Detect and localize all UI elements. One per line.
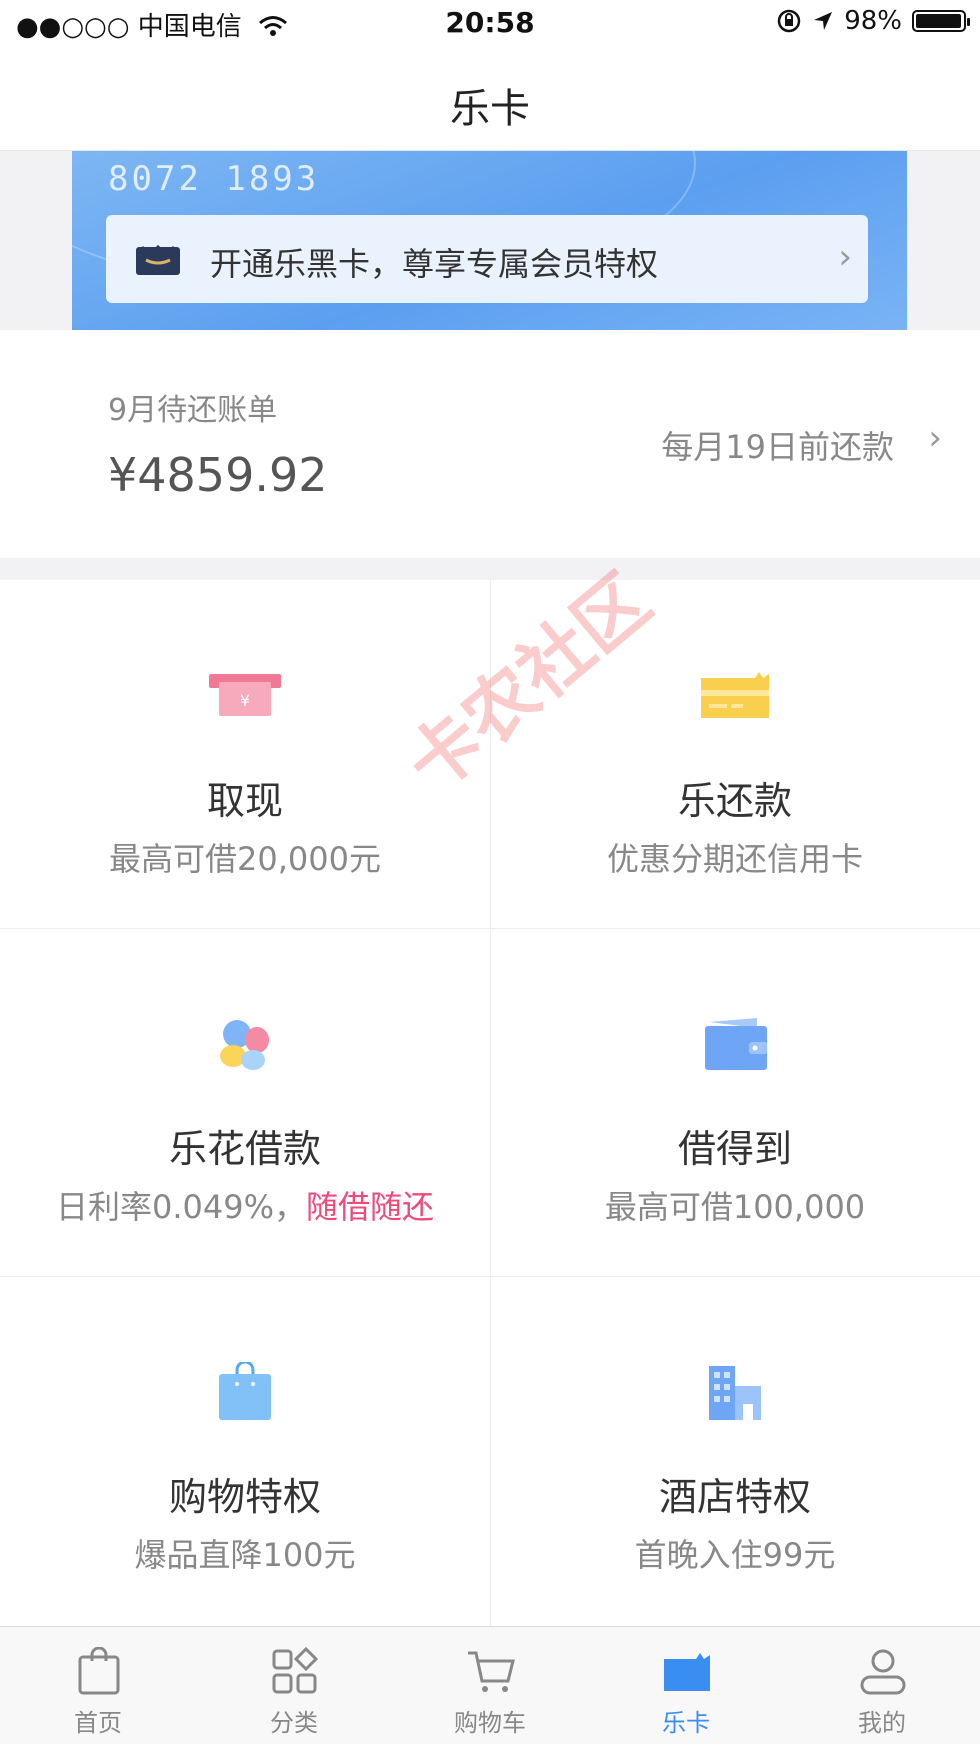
user-icon	[860, 1649, 906, 1695]
cash-atm-icon: ¥	[209, 674, 281, 716]
tab-label: 首页	[74, 1709, 122, 1737]
service-lehua-loan[interactable]: 乐花借款 日利率0.049%，随借随还	[0, 928, 490, 1276]
shopping-bag-icon	[219, 1362, 271, 1420]
chevron-right-icon: ›	[838, 237, 852, 277]
bill-label: 9月待还账单	[108, 393, 278, 428]
cart-icon	[468, 1651, 515, 1692]
service-jiedede[interactable]: 借得到 最高可借100,000	[490, 928, 980, 1276]
battery-icon	[912, 10, 970, 32]
service-repay[interactable]: 乐还款 优惠分期还信用卡	[490, 580, 980, 928]
tab-le-card[interactable]: 乐卡	[588, 1627, 784, 1744]
svg-text:¥: ¥	[240, 691, 250, 710]
card-icon	[664, 1653, 710, 1691]
status-indicators: 98%	[776, 6, 970, 36]
hotel-building-icon	[709, 1366, 761, 1420]
service-title: 购物特权	[168, 1475, 321, 1519]
grid-icon	[272, 1647, 319, 1694]
location-icon	[814, 12, 833, 30]
tab-label: 分类	[270, 1709, 318, 1737]
battery-percent: 98%	[844, 6, 902, 36]
page-title: 乐卡	[450, 86, 530, 132]
tab-home[interactable]: 首页	[0, 1627, 196, 1744]
nav-bar: 乐卡	[0, 50, 980, 151]
crown-card-icon	[136, 244, 180, 275]
service-title: 借得到	[677, 1127, 792, 1171]
service-subtitle-text: 日利率0.049%，	[55, 1188, 306, 1226]
service-title: 取现	[206, 779, 283, 823]
status-bar: ●●○○○ 中国电信 20:58 98%	[0, 0, 980, 50]
tab-label: 购物车	[454, 1709, 526, 1737]
black-card-banner[interactable]: 开通乐黑卡，尊享专属会员特权 ›	[106, 215, 868, 303]
bill-section[interactable]: 9月待还账单 ¥4859.92 每月19日前还款 ›	[0, 330, 980, 558]
service-title: 乐还款	[677, 779, 792, 823]
card-area: 8072 1893 开通乐黑卡，尊享专属会员特权 ›	[0, 151, 980, 330]
tab-mine[interactable]: 我的	[784, 1627, 980, 1744]
wallet-icon	[705, 1018, 767, 1070]
service-hotel-privilege[interactable]: 酒店特权 首晚入住99元	[490, 1276, 980, 1624]
service-subtitle: 最高可借20,000元	[109, 840, 381, 878]
tab-cart[interactable]: 购物车	[392, 1627, 588, 1744]
bill-due-date: 每月19日前还款	[661, 428, 894, 466]
battery-level	[916, 14, 962, 28]
service-subtitle: 爆品直降100元	[134, 1536, 356, 1574]
bill-amount: ¥4859.92	[108, 448, 328, 502]
banner-text: 开通乐黑卡，尊享专属会员特权	[210, 245, 659, 283]
service-subtitle-highlight: 随借随还	[306, 1188, 435, 1226]
tab-label: 我的	[858, 1709, 906, 1737]
service-cash-withdrawal[interactable]: ¥ 取现 最高可借20,000元	[0, 580, 490, 928]
tab-category[interactable]: 分类	[196, 1627, 392, 1744]
shopping-bag-icon	[78, 1647, 120, 1695]
le-card[interactable]: 8072 1893 开通乐黑卡，尊享专属会员特权 ›	[72, 151, 907, 330]
card-number: 8072 1893	[108, 159, 320, 199]
rotation-lock-icon	[777, 9, 801, 33]
chevron-right-icon: ›	[928, 418, 942, 458]
service-grid: ¥ 取现 最高可借20,000元 乐还款 优惠分期还信用卡 乐花借款 日利率0.…	[0, 580, 980, 1626]
service-subtitle: 优惠分期还信用卡	[606, 840, 863, 878]
section-divider	[0, 558, 980, 580]
tab-label: 乐卡	[662, 1709, 710, 1737]
service-subtitle: 最高可借100,000	[604, 1188, 866, 1226]
credit-card-icon	[701, 672, 769, 718]
service-shopping-privilege[interactable]: 购物特权 爆品直降100元	[0, 1276, 490, 1624]
service-title: 乐花借款	[168, 1127, 321, 1171]
service-title: 酒店特权	[658, 1475, 811, 1519]
petal-icon	[220, 1020, 269, 1070]
tab-bar: 首页 分类 购物车 乐卡 我的	[0, 1626, 980, 1744]
service-subtitle: 日利率0.049%，随借随还	[0, 1182, 490, 1228]
service-subtitle: 首晚入住99元	[634, 1536, 836, 1574]
